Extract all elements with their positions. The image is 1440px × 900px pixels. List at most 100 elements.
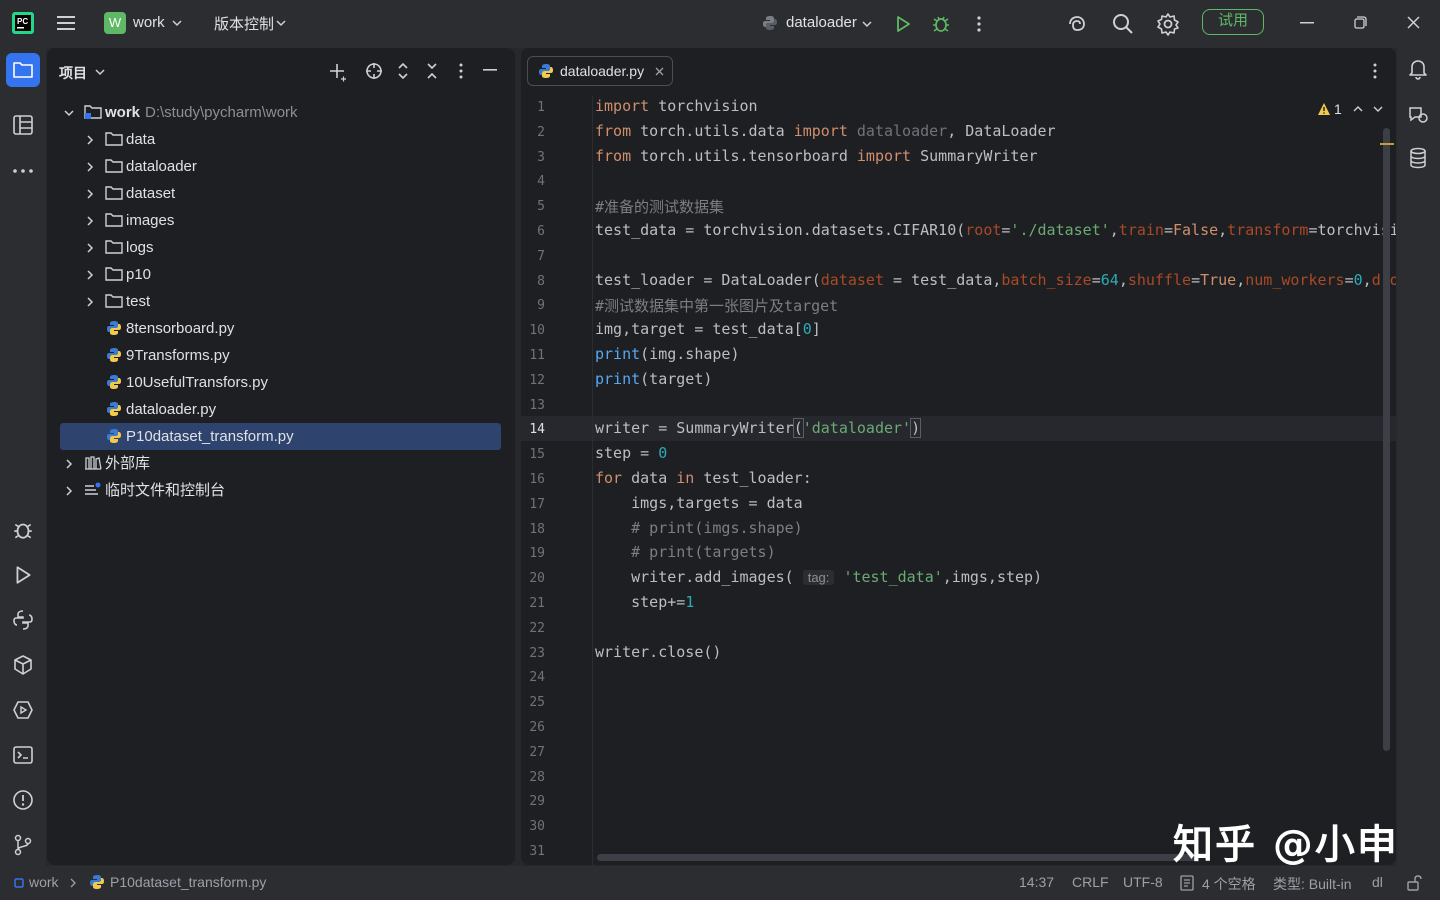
debug-icon[interactable] bbox=[12, 519, 34, 541]
locate-file-icon[interactable] bbox=[365, 62, 383, 80]
services-icon[interactable] bbox=[12, 699, 34, 721]
chevron-right-icon[interactable] bbox=[63, 458, 75, 470]
code-line[interactable]: print(target) bbox=[595, 370, 712, 388]
tree-folder[interactable]: data bbox=[47, 126, 515, 153]
chevron-right-icon[interactable] bbox=[63, 485, 75, 497]
run-configuration-selector[interactable]: dataloader bbox=[762, 13, 874, 35]
project-tool-button[interactable] bbox=[6, 53, 40, 87]
tree-file[interactable]: 8tensorboard.py bbox=[47, 315, 515, 342]
chevron-down-icon[interactable] bbox=[63, 107, 75, 119]
code-line[interactable]: for data in test_loader: bbox=[595, 469, 812, 487]
tree-folder[interactable]: p10 bbox=[47, 261, 515, 288]
code-line[interactable]: # print(imgs.shape) bbox=[595, 519, 803, 537]
structure-icon[interactable] bbox=[12, 114, 34, 136]
vcs-menu[interactable]: 版本控制 bbox=[214, 13, 286, 34]
tree-file-label: dataloader.py bbox=[126, 401, 217, 418]
run-icon[interactable] bbox=[13, 565, 33, 585]
tree-folder[interactable]: logs bbox=[47, 234, 515, 261]
code-line[interactable]: from torch.utils.tensorboard import Summ… bbox=[595, 147, 1038, 165]
hamburger-menu-icon[interactable] bbox=[56, 14, 76, 32]
more-vertical-icon[interactable] bbox=[457, 62, 465, 80]
module-icon bbox=[14, 878, 24, 888]
vertical-scrollbar[interactable] bbox=[1383, 128, 1390, 751]
expand-all-icon[interactable] bbox=[397, 62, 409, 80]
trial-button-label: 试用 bbox=[1217, 12, 1248, 29]
file-encoding[interactable]: UTF-8 bbox=[1123, 874, 1163, 890]
run-icon[interactable] bbox=[894, 15, 912, 33]
tree-file-label: P10dataset_transform.py bbox=[126, 428, 294, 445]
tree-scratches[interactable]: 临时文件和控制台 bbox=[47, 477, 515, 504]
app-logo-icon[interactable]: PC bbox=[12, 12, 34, 34]
chevron-right-icon[interactable] bbox=[84, 161, 96, 173]
problems-icon[interactable] bbox=[12, 789, 34, 811]
indent-setting[interactable]: 4 个空格 bbox=[1202, 874, 1256, 894]
chevron-right-icon[interactable] bbox=[84, 296, 96, 308]
code-line[interactable]: import torchvision bbox=[595, 97, 758, 115]
code-line[interactable]: from torch.utils.data import dataloader,… bbox=[595, 122, 1056, 140]
tree-folder[interactable]: images bbox=[47, 207, 515, 234]
project-view-selector[interactable]: 项目 bbox=[59, 63, 105, 83]
gear-icon[interactable] bbox=[1156, 12, 1180, 36]
tree-file[interactable]: 9Transforms.py bbox=[47, 342, 515, 369]
status-extra[interactable]: dl bbox=[1372, 874, 1383, 890]
breadcrumb-file[interactable]: P10dataset_transform.py bbox=[110, 874, 266, 890]
python-console-icon[interactable] bbox=[12, 609, 34, 631]
code-line[interactable]: step = 0 bbox=[595, 444, 667, 462]
project-panel-header: 项目 bbox=[47, 48, 515, 94]
code-line[interactable]: print(img.shape) bbox=[595, 345, 740, 363]
code-line[interactable]: # print(targets) bbox=[595, 543, 776, 561]
code-line[interactable]: imgs,targets = data bbox=[595, 494, 803, 512]
git-icon[interactable] bbox=[12, 834, 34, 856]
interpreter[interactable]: 类型: Built-in bbox=[1273, 874, 1352, 894]
code-line[interactable]: writer.add_images( tag: 'test_data',imgs… bbox=[595, 568, 1042, 586]
chevron-right-icon[interactable] bbox=[84, 134, 96, 146]
tree-folder[interactable]: test bbox=[47, 288, 515, 315]
folder-icon bbox=[105, 240, 123, 254]
code-line[interactable]: img,target = test_data[0] bbox=[595, 320, 821, 338]
tree-folder-label: dataloader bbox=[126, 158, 197, 175]
debug-icon[interactable] bbox=[931, 14, 951, 34]
chevron-right-icon[interactable] bbox=[84, 242, 96, 254]
tree-folder[interactable]: dataloader bbox=[47, 153, 515, 180]
breadcrumb-root[interactable]: work bbox=[29, 874, 59, 890]
python-packages-icon[interactable] bbox=[12, 654, 34, 676]
restore-icon[interactable] bbox=[1354, 16, 1367, 29]
close-icon[interactable] bbox=[1407, 16, 1420, 29]
collapse-all-icon[interactable] bbox=[426, 62, 438, 80]
new-file-icon[interactable] bbox=[327, 62, 347, 82]
hide-panel-icon[interactable] bbox=[483, 69, 497, 71]
code-line[interactable]: test_loader = DataLoader(dataset = test_… bbox=[595, 271, 1396, 289]
code-area[interactable]: import torchvision from torch.utils.data … bbox=[521, 48, 1396, 865]
tree-file-selected[interactable]: P10dataset_transform.py bbox=[60, 423, 501, 450]
search-icon[interactable] bbox=[1112, 13, 1134, 35]
chevron-right-icon[interactable] bbox=[84, 215, 96, 227]
cursor-position[interactable]: 14:37 bbox=[1019, 874, 1054, 890]
chevron-right-icon[interactable] bbox=[84, 188, 96, 200]
code-line[interactable]: test_data = torchvision.datasets.CIFAR10… bbox=[595, 221, 1396, 239]
code-line[interactable]: writer.close() bbox=[595, 643, 721, 661]
database-icon[interactable] bbox=[1409, 147, 1427, 169]
line-separator[interactable]: CRLF bbox=[1072, 874, 1109, 890]
chevron-down-icon bbox=[862, 21, 872, 28]
horizontal-scrollbar[interactable] bbox=[597, 854, 1197, 861]
code-line[interactable]: step+=1 bbox=[595, 593, 694, 611]
lock-icon[interactable] bbox=[1406, 875, 1422, 891]
ai-chat-icon[interactable] bbox=[1407, 103, 1429, 125]
code-line[interactable]: #测试数据集中第一张图片及target bbox=[595, 295, 838, 316]
code-line[interactable]: writer = SummaryWriter('dataloader') bbox=[595, 418, 922, 439]
bell-icon[interactable] bbox=[1408, 58, 1428, 80]
tree-file[interactable]: dataloader.py bbox=[47, 396, 515, 423]
tree-file[interactable]: 10UsefulTransfors.py bbox=[47, 369, 515, 396]
ai-assistant-icon[interactable] bbox=[1066, 13, 1088, 35]
tree-external-libraries[interactable]: 外部库 bbox=[47, 450, 515, 477]
more-vertical-icon[interactable] bbox=[975, 15, 983, 33]
code-line[interactable]: #准备的测试数据集 bbox=[595, 196, 724, 217]
terminal-icon[interactable] bbox=[12, 744, 34, 766]
chevron-right-icon[interactable] bbox=[84, 269, 96, 281]
tree-root-work[interactable]: work D:\study\pycharm\work bbox=[47, 99, 515, 126]
tree-folder[interactable]: dataset bbox=[47, 180, 515, 207]
trial-button[interactable]: 试用 bbox=[1202, 9, 1264, 35]
more-horizontal-icon[interactable] bbox=[12, 168, 34, 174]
title-bar: PC W work 版本控制 dataloader 试用 bbox=[0, 0, 1440, 48]
minimize-icon[interactable] bbox=[1300, 22, 1314, 24]
